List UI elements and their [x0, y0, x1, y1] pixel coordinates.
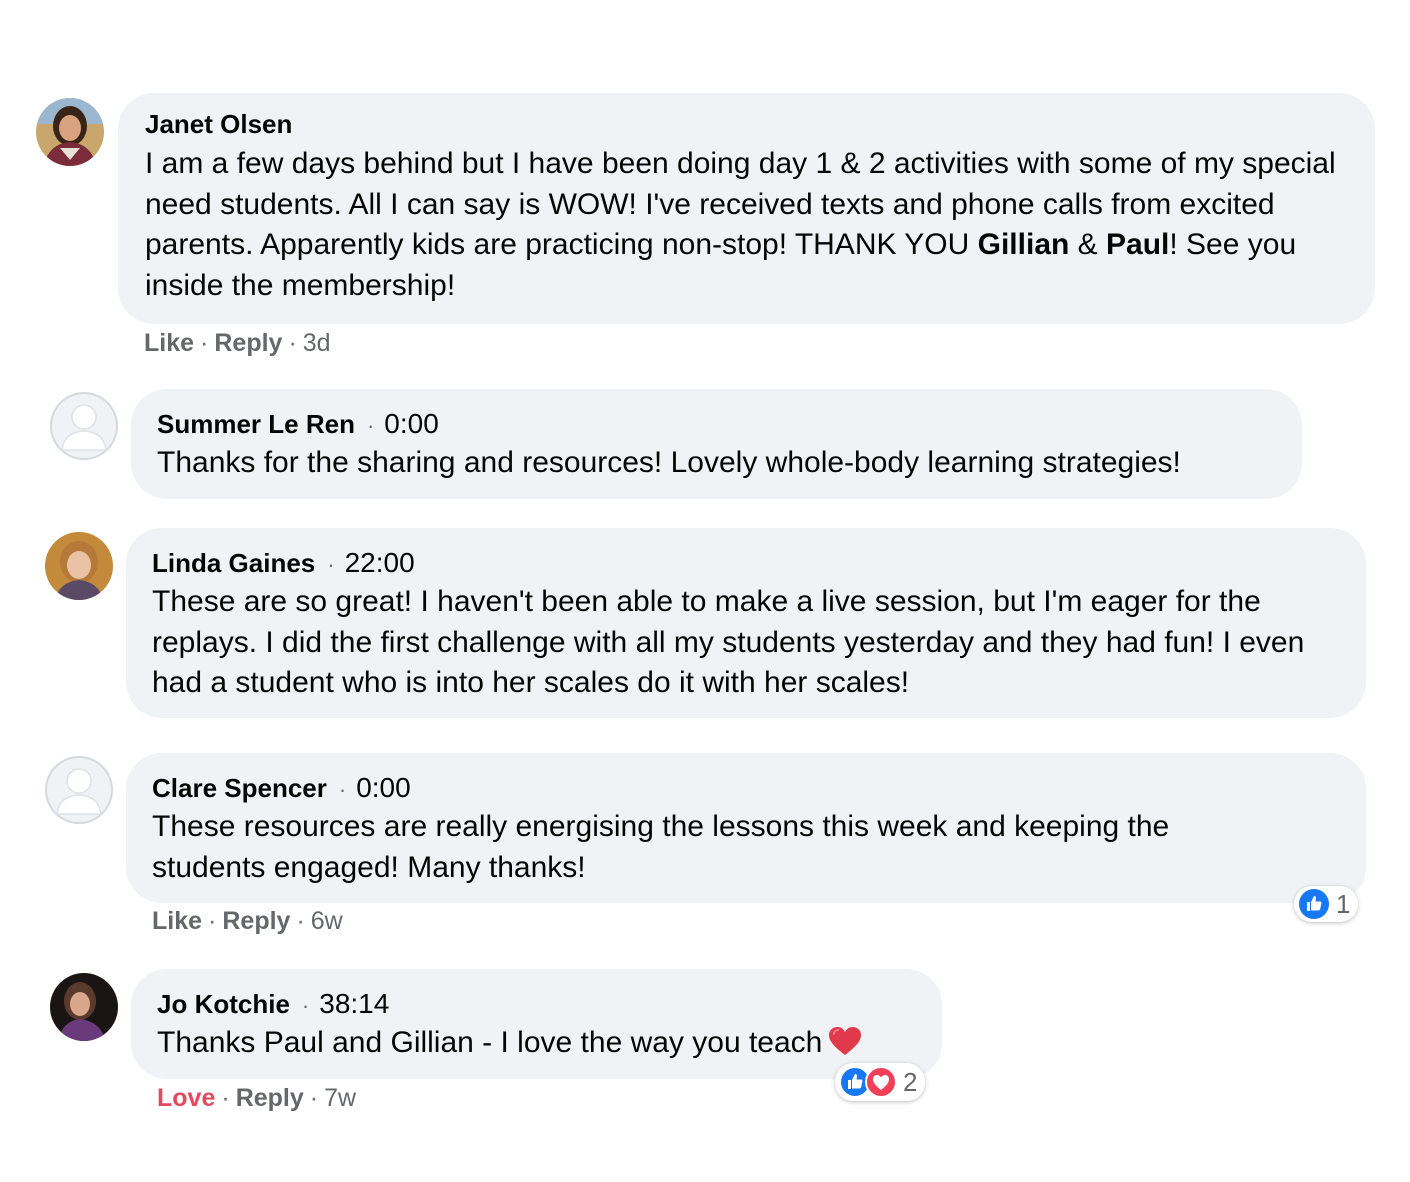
mention-gillian[interactable]: Gillian — [978, 228, 1070, 261]
like-icon — [1299, 889, 1329, 919]
separator-dot: · — [200, 329, 209, 357]
comment-bubble-clare-spencer: Clare Spencer · 0:00 These resources are r… — [126, 753, 1366, 903]
comment-author[interactable]: Janet Olsen — [145, 109, 292, 139]
separator-dot: · — [338, 777, 347, 802]
comment-author[interactable]: Linda Gaines — [152, 548, 315, 578]
comment-bubble-summer-le-ren: Summer Le Ren · 0:00 Thanks for the sharin… — [131, 389, 1302, 499]
comment-text: These are so great! I haven't been able … — [152, 585, 1305, 699]
avatar-linda-gaines[interactable] — [45, 532, 113, 600]
love-button[interactable]: Love — [157, 1084, 215, 1112]
like-button[interactable]: Like — [152, 907, 202, 935]
default-avatar-icon — [56, 768, 102, 815]
comment-author[interactable]: Jo Kotchie — [157, 989, 290, 1019]
reaction-count: 2 — [903, 1066, 918, 1097]
default-avatar-icon — [61, 404, 107, 451]
separator-dot: · — [221, 1084, 230, 1112]
separator-dot: · — [366, 413, 375, 438]
comment-age[interactable]: 7w — [324, 1084, 356, 1112]
comment-actions: Like · Reply · 6w — [152, 906, 343, 936]
comment-bubble-janet-olsen: Janet Olsen I am a few days behind but I… — [118, 93, 1375, 324]
reaction-count-pill[interactable]: 1 — [1294, 886, 1359, 922]
separator-dot: · — [208, 907, 217, 935]
reply-button[interactable]: Reply — [222, 907, 290, 935]
separator-dot: · — [296, 907, 305, 935]
profile-photo-jo-kotchie — [50, 973, 118, 1041]
comment-text: Thanks for the sharing and resources! Lo… — [157, 446, 1181, 479]
comment-age[interactable]: 3d — [303, 329, 331, 357]
comment-bubble-jo-kotchie: Jo Kotchie · 38:14 Thanks Paul and Gillian… — [131, 969, 942, 1079]
comment-actions: Love · Reply · 7w — [157, 1083, 356, 1113]
avatar-janet-olsen[interactable] — [36, 98, 104, 166]
comment-text: I am a few days behind but I have been d… — [145, 147, 1336, 302]
avatar-summer-le-ren[interactable] — [50, 392, 118, 460]
separator-dot: · — [288, 329, 297, 357]
video-timestamp[interactable]: 0:00 — [384, 409, 439, 439]
reaction-count-pill[interactable]: 2 — [835, 1063, 926, 1101]
reaction-count: 1 — [1336, 888, 1351, 919]
profile-photo-linda-gaines — [45, 532, 113, 600]
profile-photo-janet-olsen — [36, 98, 104, 166]
red-heart-emoji — [829, 1027, 862, 1055]
love-icon — [865, 1066, 897, 1098]
separator-dot: · — [309, 1084, 319, 1112]
avatar-jo-kotchie[interactable] — [50, 973, 118, 1041]
mention-paul[interactable]: Paul — [1106, 228, 1169, 261]
video-timestamp[interactable]: 38:14 — [319, 989, 389, 1019]
comment-text: Thanks Paul and Gillian - I love the way… — [157, 1023, 916, 1064]
avatar-clare-spencer[interactable] — [45, 756, 113, 824]
comment-author[interactable]: Clare Spencer — [152, 773, 327, 803]
reply-button[interactable]: Reply — [236, 1084, 304, 1112]
separator-dot: · — [301, 993, 310, 1018]
comment-text: These resources are really energising th… — [152, 810, 1170, 884]
comment-age[interactable]: 6w — [311, 907, 343, 935]
comment-author[interactable]: Summer Le Ren — [157, 409, 355, 439]
comment-bubble-linda-gaines: Linda Gaines · 22:00 These are so great! I… — [126, 528, 1366, 718]
like-button[interactable]: Like — [144, 329, 194, 357]
comment-actions: Like · Reply · 3d — [144, 328, 331, 358]
video-timestamp[interactable]: 0:00 — [356, 773, 411, 803]
video-timestamp[interactable]: 22:00 — [345, 548, 415, 578]
reply-button[interactable]: Reply — [214, 329, 282, 357]
separator-dot: · — [327, 552, 335, 577]
